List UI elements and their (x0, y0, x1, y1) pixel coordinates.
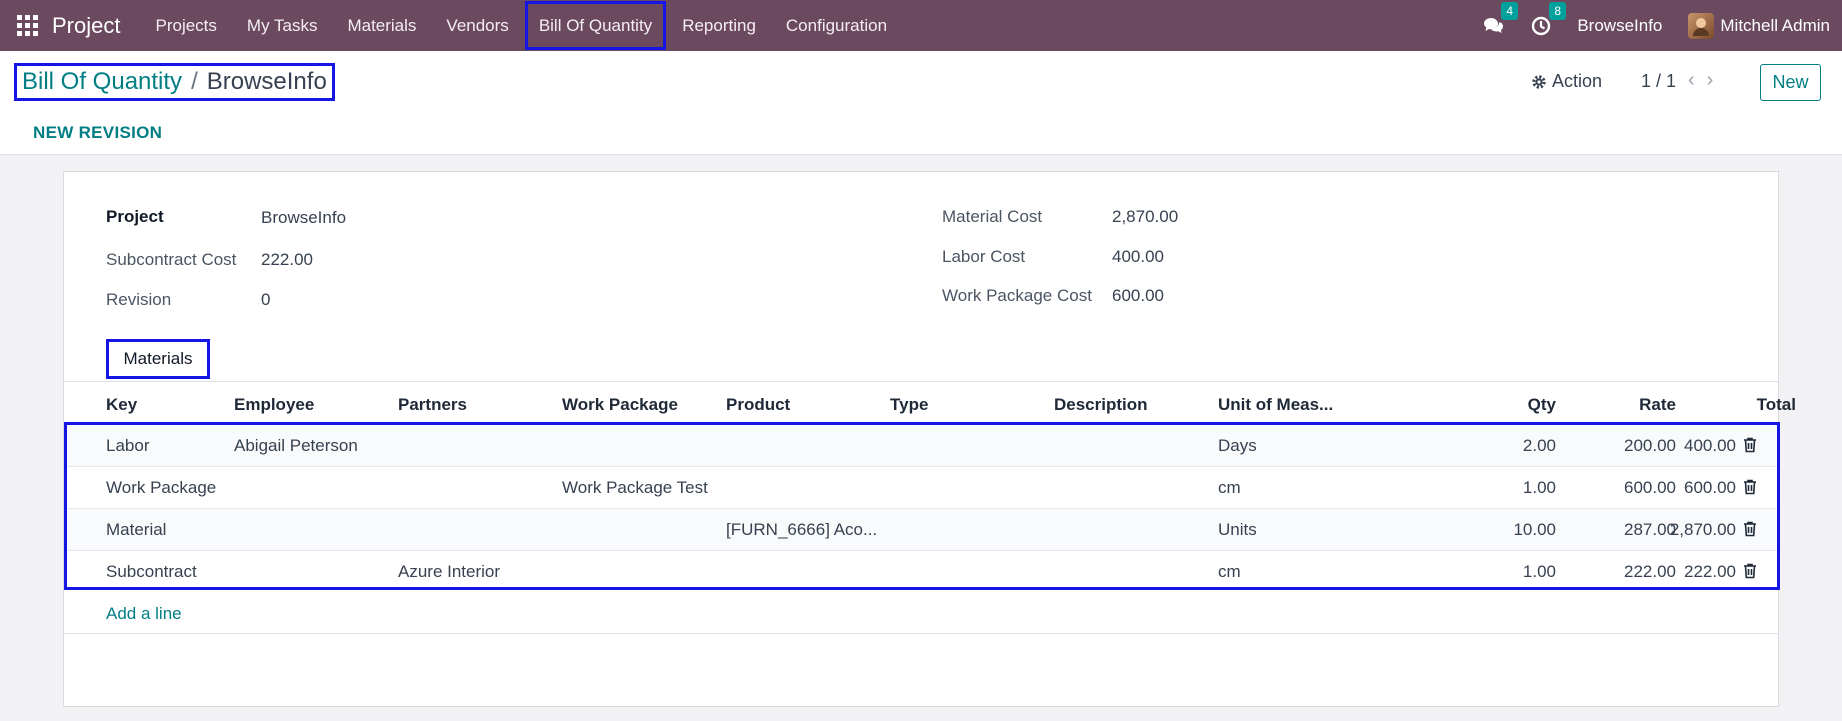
table-rows-highlight: Labor Abigail Peterson Days 2.00 200.00 … (64, 422, 1780, 590)
col-qty[interactable]: Qty (1464, 395, 1556, 415)
col-work-package[interactable]: Work Package (562, 395, 678, 415)
table-row[interactable]: Labor Abigail Peterson Days 2.00 200.00 … (67, 425, 1777, 467)
cell-uom: cm (1218, 562, 1241, 581)
project-label: Project (106, 207, 164, 226)
cell-qty: 2.00 (1522, 436, 1556, 455)
trash-icon[interactable] (1743, 437, 1757, 453)
action-label: Action (1552, 71, 1603, 91)
user-avatar (1688, 12, 1715, 39)
table-row[interactable]: Work Package Work Package Test cm 1.00 6… (67, 467, 1777, 509)
revision-label: Revision (106, 290, 172, 309)
table-footer-divider (64, 633, 1778, 634)
cell-key: Subcontract (106, 562, 197, 581)
new-revision-button[interactable]: NEW REVISION (33, 123, 162, 143)
company-switcher[interactable]: BrowseInfo (1577, 16, 1662, 36)
work-package-cost-label: Work Package Cost (942, 286, 1092, 305)
menu-vendors[interactable]: Vendors (431, 0, 523, 51)
messages-button[interactable]: 4 (1483, 1, 1519, 36)
col-employee[interactable]: Employee (234, 395, 314, 415)
menu-reporting[interactable]: Reporting (667, 0, 771, 51)
pager-arrows: ‹ › (1688, 69, 1713, 92)
cell-total: 2,870.00 (1669, 520, 1736, 539)
activities-count-badge: 8 (1549, 1, 1567, 20)
work-package-cost-value: 600.00 (1112, 286, 1164, 305)
col-type[interactable]: Type (890, 395, 928, 415)
project-value[interactable]: BrowseInfo (261, 208, 346, 228)
breadcrumb-parent[interactable]: Bill Of Quantity (22, 68, 182, 96)
clock-icon (1532, 16, 1551, 35)
new-button[interactable]: New (1760, 64, 1821, 101)
user-menu[interactable]: Mitchell Admin (1688, 12, 1830, 39)
cell-qty: 10.00 (1513, 520, 1556, 539)
chevron-left-icon[interactable]: ‹ (1688, 69, 1695, 92)
material-cost-value: 2,870.00 (1112, 207, 1179, 226)
tab-divider (64, 381, 1778, 382)
subcontract-cost-label: Subcontract Cost (106, 250, 237, 269)
app-brand[interactable]: Project (52, 13, 120, 39)
material-cost-label: Material Cost (942, 207, 1043, 226)
menu-materials[interactable]: Materials (332, 0, 431, 51)
cell-key: Work Package (106, 478, 217, 497)
table-header: Key Employee Partners Work Package Produ… (64, 385, 1796, 425)
col-rate[interactable]: Rate (1584, 395, 1676, 415)
cell-total: 400.00 (1684, 436, 1736, 455)
apps-grid-icon[interactable] (16, 15, 38, 37)
breadcrumb: Bill Of Quantity / BrowseInfo (14, 63, 335, 101)
menu-my-tasks[interactable]: My Tasks (232, 0, 333, 51)
add-line-link[interactable]: Add a line (106, 604, 182, 624)
cell-key: Labor (106, 436, 150, 455)
cell-total: 600.00 (1684, 478, 1736, 497)
col-key[interactable]: Key (106, 395, 137, 415)
cell-partners: Azure Interior (398, 562, 501, 581)
labor-cost-label: Labor Cost (942, 247, 1026, 266)
top-navbar: Project Projects My Tasks Materials Vend… (0, 0, 1842, 51)
cell-work-package: Work Package Test (562, 478, 708, 497)
pager-value[interactable]: 1 / 1 (1641, 71, 1676, 92)
cell-employee: Abigail Peterson (234, 436, 358, 455)
menu-projects[interactable]: Projects (140, 0, 231, 51)
col-description[interactable]: Description (1054, 395, 1148, 415)
control-panel: Bill Of Quantity / BrowseInfo Action 1 /… (0, 51, 1842, 155)
subcontract-cost-value: 222.00 (261, 250, 313, 269)
table-row[interactable]: Material [FURN_6666] Aco... Units 10.00 … (67, 509, 1777, 551)
cell-key: Material (106, 520, 167, 539)
col-unit-of-measure[interactable]: Unit of Meas... (1218, 395, 1333, 415)
messages-count-badge: 4 (1501, 1, 1519, 20)
breadcrumb-current: BrowseInfo (206, 68, 327, 95)
trash-icon[interactable] (1743, 479, 1757, 495)
labor-cost-value: 400.00 (1112, 247, 1164, 266)
chevron-right-icon[interactable]: › (1707, 69, 1714, 92)
gear-icon (1532, 74, 1546, 89)
cell-qty: 1.00 (1522, 562, 1556, 581)
activities-button[interactable]: 8 (1531, 1, 1567, 36)
trash-icon[interactable] (1743, 563, 1757, 579)
col-product[interactable]: Product (726, 395, 790, 415)
menu-bill-of-quantity[interactable]: Bill Of Quantity (524, 0, 667, 51)
breadcrumb-separator: / (191, 68, 198, 95)
cell-product: [FURN_6666] Aco... (726, 520, 878, 539)
form-sheet: Project BrowseInfo Subcontract Cost 222.… (63, 171, 1796, 707)
col-partners[interactable]: Partners (398, 395, 467, 415)
cell-uom: cm (1218, 478, 1241, 497)
menu-configuration[interactable]: Configuration (771, 0, 902, 51)
cell-qty: 1.00 (1522, 478, 1556, 497)
trash-icon[interactable] (1743, 521, 1757, 537)
cell-total: 222.00 (1684, 562, 1736, 581)
table-row[interactable]: Subcontract Azure Interior cm 1.00 222.0… (67, 551, 1777, 593)
cell-uom: Days (1218, 436, 1257, 455)
user-name: Mitchell Admin (1720, 15, 1830, 35)
revision-value: 0 (261, 290, 271, 309)
cell-uom: Units (1218, 520, 1257, 539)
tab-materials[interactable]: Materials (106, 339, 210, 379)
action-button[interactable]: Action (1531, 71, 1602, 92)
col-total[interactable]: Total (1704, 395, 1796, 415)
